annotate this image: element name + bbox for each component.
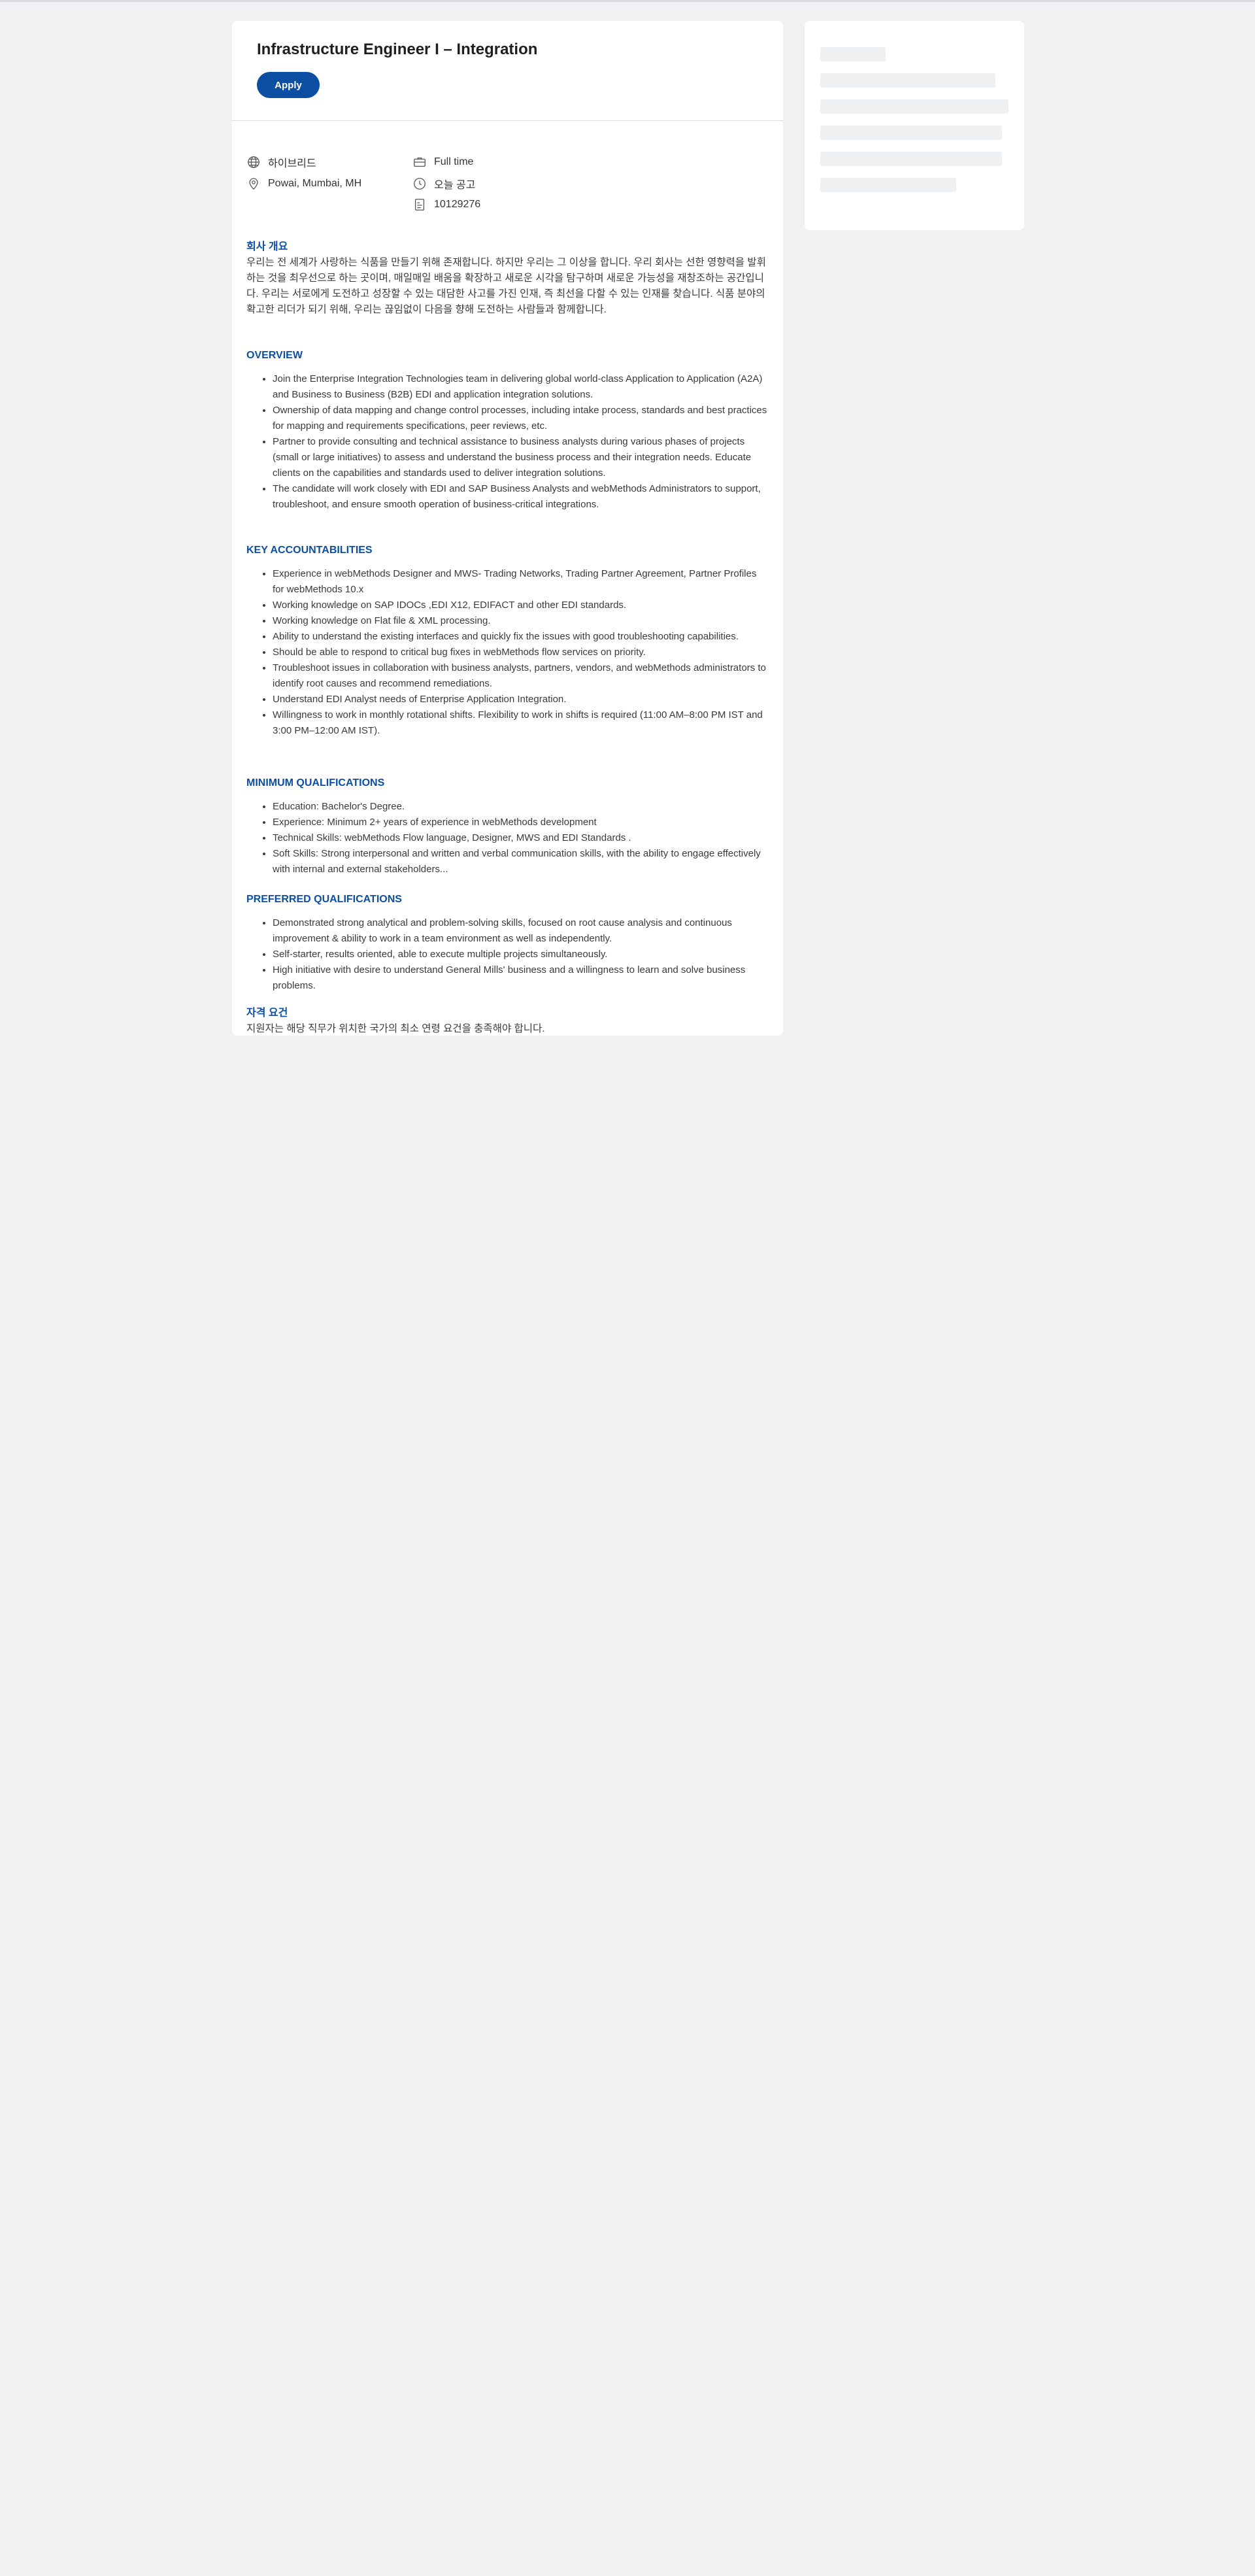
list-item: The candidate will work closely with EDI… <box>273 481 769 513</box>
section-title-eligibility: 자격 요건 <box>246 1008 288 1019</box>
sidebar-loading-card <box>805 21 1024 230</box>
list-item: Ownership of data mapping and change con… <box>273 403 769 434</box>
meta-work-type: 하이브리드 <box>246 154 316 170</box>
location-pin-icon <box>249 178 258 190</box>
id-card-icon <box>414 199 425 211</box>
skeleton-line <box>820 178 956 192</box>
list-item: Education: Bachelor's Degree. <box>273 799 769 815</box>
section-title-about: 회사 개요 <box>246 241 288 252</box>
pref-quals-list: Demonstrated strong analytical and probl… <box>246 915 769 994</box>
skeleton-line <box>820 99 1009 114</box>
job-title: Infrastructure Engineer I – Integration <box>257 41 538 58</box>
list-item: Ability to understand the existing inter… <box>273 629 769 645</box>
meta-job-id: 10129276 <box>412 197 480 212</box>
top-border <box>0 0 1255 2</box>
list-item: Troubleshoot issues in collaboration wit… <box>273 660 769 692</box>
section-title-overview: OVERVIEW <box>246 350 303 361</box>
list-item: Working knowledge on Flat file & XML pro… <box>273 613 769 629</box>
meta-location: Powai, Mumbai, MH <box>246 176 361 192</box>
meta-employment-type: Full time <box>412 154 473 170</box>
about-text: 우리는 전 세계가 사랑하는 식품을 만들기 위해 존재합니다. 하지만 우리는… <box>246 257 766 315</box>
list-item: Willingness to work in monthly rotationa… <box>273 707 769 739</box>
accountabilities-list: Experience in webMethods Designer and MW… <box>246 566 769 739</box>
briefcase-icon <box>414 157 426 167</box>
job-header: Infrastructure Engineer I – Integration … <box>232 21 783 120</box>
meta-posted: 오늘 공고 <box>412 176 475 192</box>
skeleton-line <box>820 126 1002 140</box>
list-item: Experience in webMethods Designer and MW… <box>273 566 769 598</box>
globe-icon <box>248 156 259 168</box>
list-item: Technical Skills: webMethods Flow langua… <box>273 830 769 846</box>
apply-button[interactable]: Apply <box>257 72 320 98</box>
list-item: High initiative with desire to understan… <box>273 962 769 994</box>
list-item: Join the Enterprise Integration Technolo… <box>273 371 769 403</box>
list-item: Working knowledge on SAP IDOCs ,EDI X12,… <box>273 598 769 613</box>
section-title-accountabilities: KEY ACCOUNTABILITIES <box>246 545 373 556</box>
min-quals-list: Education: Bachelor's Degree. Experience… <box>246 799 769 877</box>
section-title-pref-quals: PREFERRED QUALIFICATIONS <box>246 894 402 905</box>
list-item: Self-starter, results oriented, able to … <box>273 947 769 962</box>
job-detail-card: Infrastructure Engineer I – Integration … <box>232 21 783 1036</box>
list-item: Experience: Minimum 2+ years of experien… <box>273 815 769 830</box>
meta-employment-text: Full time <box>434 156 474 167</box>
eligibility-text: 지원자는 해당 직무가 위치한 국가의 최소 연령 요건을 충족해야 합니다. <box>246 1023 545 1034</box>
list-item: Partner to provide consulting and techni… <box>273 434 769 481</box>
meta-work-type-text: 하이브리드 <box>268 158 316 169</box>
header-divider <box>232 120 783 121</box>
clock-icon <box>414 178 426 190</box>
skeleton-line <box>820 47 886 61</box>
meta-posted-text: 오늘 공고 <box>434 180 476 191</box>
list-item: Should be able to respond to critical bu… <box>273 645 769 660</box>
meta-job-id-text: 10129276 <box>434 199 481 210</box>
overview-list: Join the Enterprise Integration Technolo… <box>246 371 769 513</box>
skeleton-line <box>820 152 1002 166</box>
skeleton-line <box>820 73 996 88</box>
section-title-min-quals: MINIMUM QUALIFICATIONS <box>246 777 385 788</box>
list-item: Soft Skills: Strong interpersonal and wr… <box>273 846 769 877</box>
list-item: Understand EDI Analyst needs of Enterpri… <box>273 692 769 707</box>
list-item: Demonstrated strong analytical and probl… <box>273 915 769 947</box>
meta-location-text: Powai, Mumbai, MH <box>268 178 362 189</box>
